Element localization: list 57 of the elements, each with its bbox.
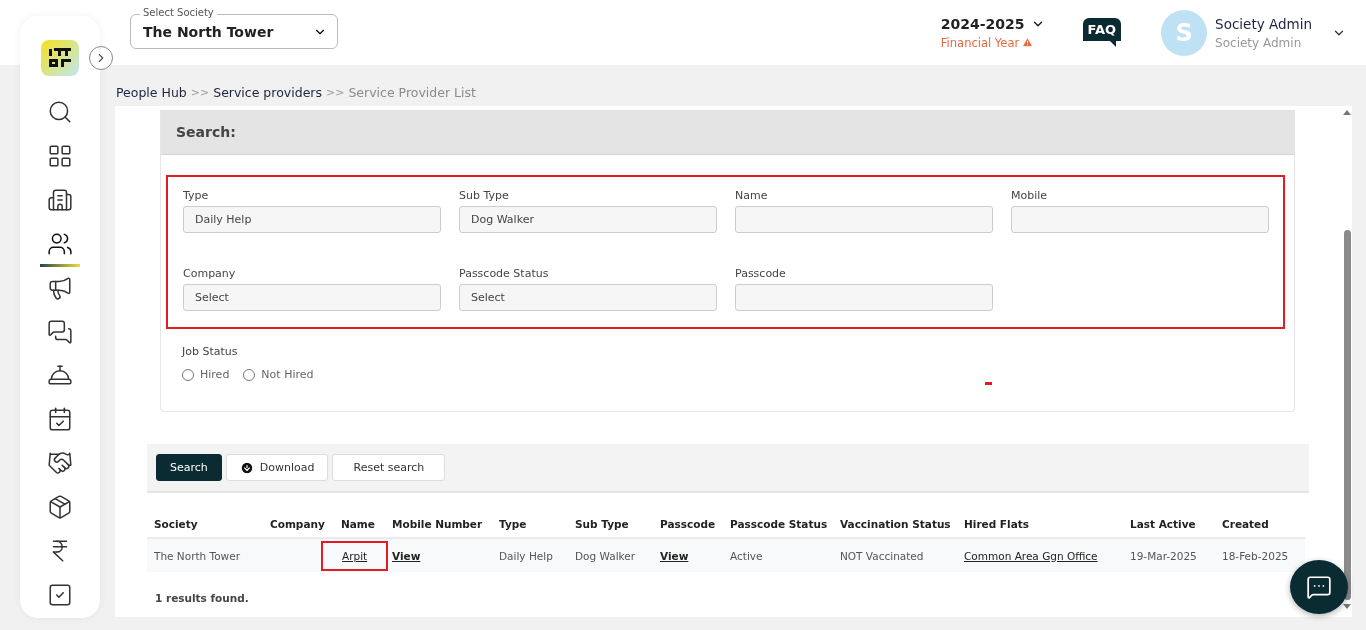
user-role: Society Admin [1215,35,1303,50]
breadcrumb-link[interactable]: People Hub [116,85,187,100]
table-cell: NOT Vaccinated [840,549,924,562]
table-cell: Dog Walker [575,549,636,562]
field-label: Job Status [182,345,239,358]
field-label: Name [735,189,769,202]
results-count: 1 results found. [155,592,250,604]
table-link[interactable]: Arpit [321,540,389,571]
grid-icon [47,143,73,170]
radio-option[interactable]: Hired [182,368,230,381]
input-field[interactable] [735,284,993,311]
building-icon [47,187,73,214]
table-link[interactable]: View [660,549,689,562]
user-name: Society Admin [1215,15,1312,32]
input-field[interactable]: Daily Help [183,206,441,233]
table-cell: The North Tower [154,549,240,562]
download-button[interactable]: Download [225,454,329,481]
field-label: Sub Type [459,189,510,202]
field-label: Type [183,189,210,202]
search-heading: Search: [161,110,1294,155]
calendar-icon [47,406,73,433]
table-cell: Daily Help [499,549,553,562]
financial-year-label: Financial Year [940,35,1034,50]
expand-button[interactable] [89,46,113,70]
chat-icon [1306,574,1332,600]
logo-icon[interactable] [41,40,79,77]
annotation-mark [985,382,992,385]
field-label: Passcode Status [459,267,550,280]
input-field[interactable]: Dog Walker [459,206,717,233]
table-link[interactable]: View [392,549,421,562]
year-select[interactable]: 2024-2025 [940,15,1045,32]
handshake-icon [47,450,73,477]
field-label: Passcode [735,267,787,280]
avatar: S [1161,9,1208,56]
field-label: Mobile [1011,189,1049,202]
input-field[interactable] [1011,206,1269,233]
warning-icon [1022,37,1034,48]
input-field[interactable]: Select [183,284,441,311]
box-icon [47,493,73,520]
breadcrumb-separator: >> [325,86,345,99]
field-label: Company [183,267,237,280]
reset-button[interactable]: Reset search [332,454,446,481]
checkbox-icon [47,581,73,608]
faq-button[interactable]: FAQ [1082,18,1122,47]
download-icon [239,460,254,475]
select-label: Select Society [140,7,217,19]
chat-bubbles-icon [47,318,73,345]
table-cell: 18-Feb-2025 [1222,549,1289,562]
table-cell: Active [730,549,763,562]
table-cell: 19-Mar-2025 [1130,549,1197,562]
breadcrumb-link[interactable]: Service providers [213,85,322,100]
megaphone-icon [47,274,73,301]
breadcrumb-separator: >> [190,86,210,99]
radio-option[interactable]: Not Hired [243,368,314,381]
input-field[interactable] [735,206,993,233]
search-button[interactable]: Search [156,454,222,481]
input-field[interactable]: Select [459,284,717,311]
